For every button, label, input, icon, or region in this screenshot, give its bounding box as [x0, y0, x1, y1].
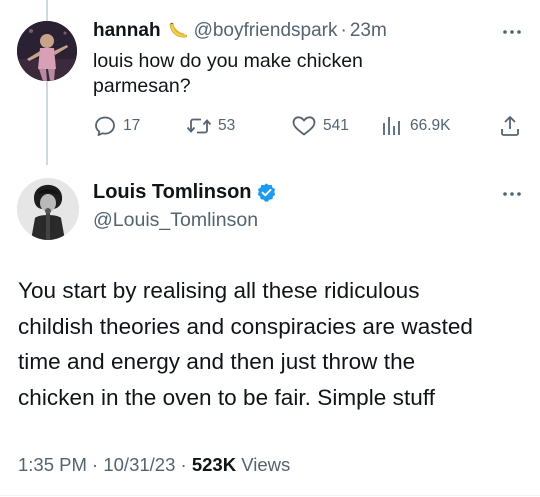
tweet-text-line: You start by realising all these ridicul…	[18, 278, 420, 303]
reply-count: 17	[123, 117, 141, 134]
retweet-icon	[186, 118, 212, 134]
views-label: Views	[241, 454, 291, 475]
separator-dot: ·	[92, 454, 99, 475]
separator-dot: ·	[180, 454, 187, 475]
avatar-photo	[17, 178, 79, 240]
display-name[interactable]: Louis Tomlinson	[93, 181, 252, 204]
reply-tweet[interactable]: hannah @boyfriendspark · 23m louis how d…	[0, 0, 540, 160]
tweet-text-line: time and energy and then just throw the	[18, 349, 416, 374]
tweet-thread: hannah @boyfriendspark · 23m louis how d…	[0, 0, 540, 497]
reply-text: louis how do you make chicken parmesan?	[93, 50, 363, 97]
user-handle[interactable]: @Louis_Tomlinson	[93, 209, 277, 232]
like-button[interactable]: 541	[291, 114, 349, 138]
reply-button[interactable]: 17	[93, 114, 140, 138]
share-button[interactable]	[498, 114, 522, 138]
more-options-icon[interactable]	[502, 29, 522, 35]
views-count[interactable]: 523K	[192, 454, 236, 475]
more-options-icon[interactable]	[502, 191, 522, 197]
tweet-time[interactable]: 1:35 PM	[18, 454, 87, 475]
retweet-count: 53	[218, 117, 236, 134]
like-count: 541	[323, 117, 349, 134]
tweet-text-line: childish theories and conspiracies are w…	[18, 313, 473, 339]
tweet-header: Louis Tomlinson @Louis_Tomlinson	[93, 181, 277, 232]
avatar[interactable]	[17, 178, 79, 240]
reply-icon	[95, 116, 115, 136]
reply-header: hannah @boyfriendspark · 23m	[93, 20, 387, 42]
action-bar: 17 53 541 66.9K	[93, 114, 523, 140]
user-handle[interactable]: @boyfriendspark	[194, 20, 338, 42]
verified-badge-icon[interactable]	[256, 182, 277, 203]
retweet-button[interactable]: 53	[186, 114, 235, 138]
divider	[0, 495, 540, 496]
tweet-metadata: 1:35 PM · 10/31/23 · 523K Views	[18, 454, 290, 476]
avatar-photo	[17, 21, 77, 81]
views-button[interactable]: 66.9K	[380, 114, 451, 138]
heart-icon	[292, 116, 316, 136]
avatar[interactable]	[17, 21, 77, 81]
tweet-date[interactable]: 10/31/23	[103, 454, 175, 475]
separator-dot: ·	[340, 20, 347, 41]
display-name[interactable]: hannah	[93, 20, 161, 42]
share-icon	[501, 116, 519, 136]
tweet-text: You start by realising all these ridicul…	[18, 273, 528, 415]
analytics-icon	[383, 117, 400, 135]
banana-icon	[167, 21, 189, 41]
views-count: 66.9K	[410, 117, 451, 134]
tweet-text-line: chicken in the oven to be fair. Simple s…	[18, 384, 436, 410]
timestamp[interactable]: 23m	[350, 20, 387, 42]
